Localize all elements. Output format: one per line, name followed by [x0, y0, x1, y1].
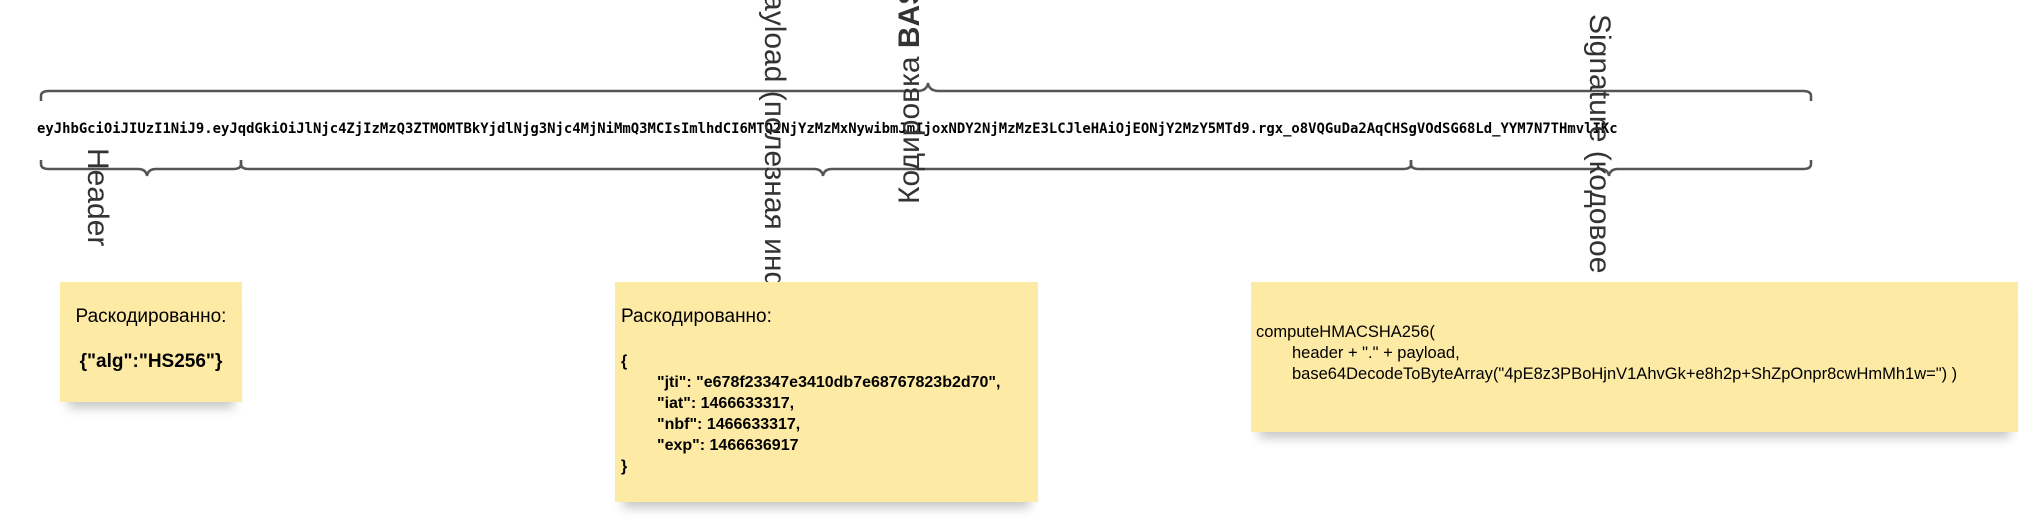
payload-json-line: "exp": 1466636917 — [657, 437, 799, 454]
payload-json-line: "nbf": 1466633317, — [657, 416, 801, 433]
header-label: Header — [81, 148, 114, 247]
header-decoded-note: Раскодированно: {"alg":"HS256"} — [60, 282, 242, 402]
payload-json-open: { — [621, 353, 628, 370]
signature-note-code: computeHMACSHA256( header + "." + payloa… — [1256, 322, 1957, 385]
encoding-label-prefix: Кодировка — [893, 48, 926, 204]
signature-code-line: header + "." + payload, — [1292, 344, 1460, 362]
signature-code-line: base64DecodeToByteArray("4pE8z3PBoHjnV1A… — [1292, 365, 1958, 383]
jwt-token: eyJhbGciOiJIUzI1NiJ9.eyJqdGkiOiJlNjc4ZjI… — [37, 121, 1618, 137]
payload-json-close: } — [621, 458, 628, 475]
payload-note-title: Раскодированно: — [621, 306, 772, 327]
payload-json-line: "jti": "e678f23347e3410db7e68767823b2d70… — [657, 374, 1001, 391]
payload-decoded-note: Раскодированно: { "jti": "e678f23347e341… — [615, 282, 1038, 502]
payload-brace — [239, 160, 1413, 177]
signature-code-line: computeHMACSHA256( — [1256, 323, 1435, 341]
signature-note: computeHMACSHA256( header + "." + payloa… — [1251, 282, 2018, 432]
payload-json-line: "iat": 1466633317, — [657, 395, 795, 412]
encoding-label: Кодировка BASE64 — [893, 0, 927, 204]
jwt-diagram: eyJhbGciOiJIUzI1NiJ9.eyJqdGkiOiJlNjc4ZjI… — [0, 0, 2020, 520]
encoding-label-bold: BASE64 — [893, 0, 926, 48]
header-note-value: {"alg":"HS256"} — [79, 351, 223, 372]
header-brace — [39, 160, 243, 177]
header-note-title: Раскодированно: — [75, 306, 227, 327]
payload-note-json: { "jti": "e678f23347e3410db7e68767823b2d… — [621, 351, 1000, 477]
